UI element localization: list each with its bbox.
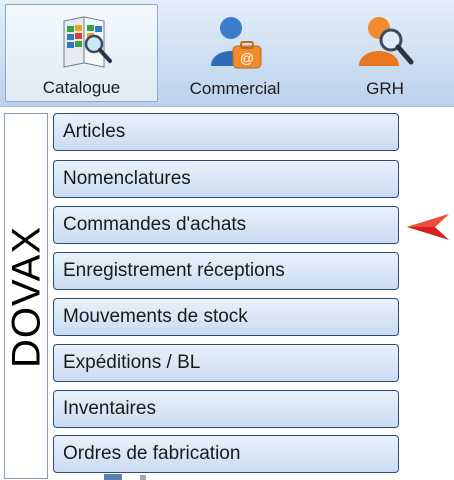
ribbon-button-label: Catalogue	[42, 78, 121, 97]
menu-item-enregistrement-receptions[interactable]: Enregistrement réceptions	[53, 252, 399, 290]
menu-item-expeditions-bl[interactable]: Expéditions / BL	[53, 344, 399, 382]
commercial-user-icon: @	[211, 17, 262, 69]
module-ribbon: Catalogue @ Commercial GRH	[0, 0, 454, 107]
svg-text:@: @	[240, 50, 254, 66]
ribbon-button-grh[interactable]: GRH	[320, 4, 450, 102]
brand-sidebar: DOVAX	[4, 113, 49, 479]
ribbon-button-catalogue[interactable]: Catalogue	[5, 4, 158, 102]
ribbon-button-label: Commercial	[189, 79, 281, 98]
menu-item-nomenclatures[interactable]: Nomenclatures	[53, 160, 399, 198]
partial-icon	[104, 474, 146, 480]
menu-item-commandes-achats[interactable]: Commandes d'achats	[53, 206, 399, 244]
ribbon-button-label: GRH	[366, 79, 404, 98]
catalogue-book-icon	[63, 16, 112, 68]
menu-item-articles[interactable]: Articles	[53, 113, 399, 151]
ribbon-button-commercial[interactable]: @ Commercial	[164, 4, 306, 102]
brand-label: DOVAX	[4, 225, 49, 369]
menu-item-ordres-fabrication[interactable]: Ordres de fabrication	[53, 435, 399, 473]
red-arrow-pointer-icon	[407, 214, 449, 240]
grh-user-search-icon	[359, 17, 414, 66]
menu-item-mouvements-stock[interactable]: Mouvements de stock	[53, 298, 399, 336]
menu-item-inventaires[interactable]: Inventaires	[53, 390, 399, 428]
